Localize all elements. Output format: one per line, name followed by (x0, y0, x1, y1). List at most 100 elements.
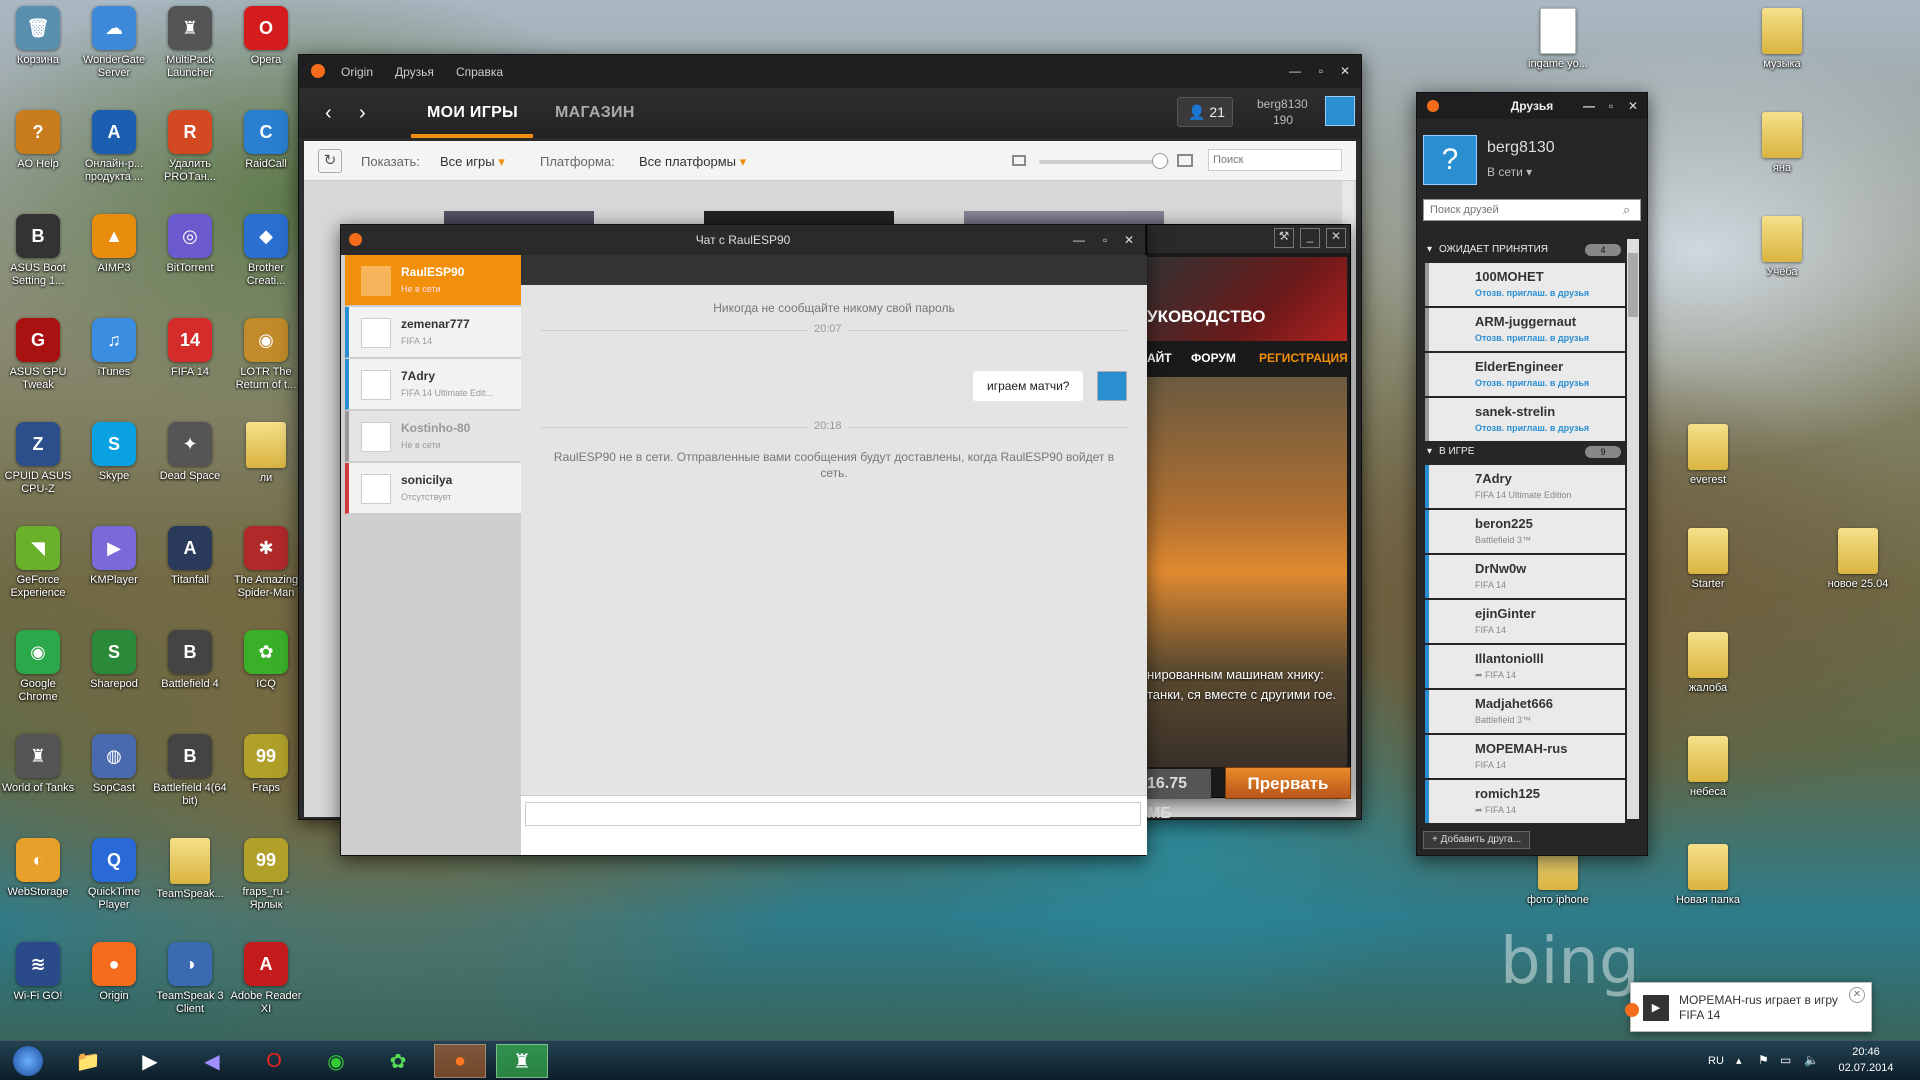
friends-count-button[interactable]: 👤 21 (1177, 97, 1233, 127)
add-friend-button[interactable]: + Добавить друга... (1423, 831, 1531, 849)
menu-origin[interactable]: Origin (341, 65, 373, 79)
desktop-icon[interactable]: ◑ TeamSpeak 3 Client (152, 942, 228, 1016)
friends-group-header[interactable]: ▾ ОЖИДАЕТ ПРИНЯТИЯ 4 (1425, 241, 1625, 259)
desktop-icon[interactable]: новое 25.04 (1820, 528, 1896, 591)
desktop-icon[interactable]: ingame yo... (1520, 8, 1596, 71)
friend-item[interactable]: romich125 ➦ FIFA 14 (1425, 780, 1625, 823)
tray-arrow-icon[interactable]: ▴ (1736, 1054, 1742, 1067)
desktop-icon[interactable]: ✱ The Amazing Spider-Man (228, 526, 304, 600)
desktop-icon[interactable]: Z CPUID ASUS CPU-Z (0, 422, 76, 496)
desktop-icon[interactable]: 99 Fraps (228, 734, 304, 795)
desktop-icon[interactable]: ♜ World of Tanks (0, 734, 76, 795)
desktop-icon[interactable]: ◆ Brother Creati... (228, 214, 304, 288)
chat-message-input[interactable] (525, 802, 1141, 826)
desktop-icon[interactable]: S Skype (76, 422, 152, 483)
link-site[interactable]: АЙТ (1147, 351, 1172, 365)
desktop-icon[interactable]: A Adobe Reader XI (228, 942, 304, 1016)
close-button[interactable]: ✕ (1117, 229, 1141, 251)
minimize-button[interactable]: — (1579, 95, 1599, 117)
menu-help[interactable]: Справка (456, 65, 503, 79)
desktop-icon[interactable]: ≋ Wi-Fi GO! (0, 942, 76, 1003)
desktop-icon[interactable]: музыка (1744, 8, 1820, 71)
desktop-icon[interactable]: ◎ BitTorrent (152, 214, 228, 275)
close-icon[interactable]: ✕ (1849, 987, 1865, 1003)
taskbar-explorer[interactable]: 📁 (62, 1044, 114, 1078)
taskbar-opera[interactable]: O (248, 1044, 300, 1078)
back-arrow-icon[interactable]: ‹ (325, 102, 332, 125)
desktop-icon[interactable]: Учёба (1744, 216, 1820, 279)
chat-contact[interactable]: sonicilya Отсутствует (345, 463, 521, 514)
desktop-icon[interactable]: ▶ KMPlayer (76, 526, 152, 587)
desktop-icon[interactable]: яна (1744, 112, 1820, 175)
desktop-icon[interactable]: ◥ GeForce Experience (0, 526, 76, 600)
start-button[interactable] (2, 1044, 54, 1078)
desktop-icon[interactable]: G ASUS GPU Tweak (0, 318, 76, 392)
friends-group-header[interactable]: ▾ В ИГРЕ 9 (1425, 443, 1625, 461)
desktop-icon[interactable]: 99 fraps_ru - Ярлык (228, 838, 304, 912)
desktop-icon[interactable]: 14 FIFA 14 (152, 318, 228, 379)
desktop-icon[interactable]: ? AO Help (0, 110, 76, 171)
desktop-icon[interactable]: Starter (1670, 528, 1746, 591)
close-button[interactable]: ✕ (1333, 60, 1357, 82)
friend-item[interactable]: ElderEngineer Отозв. приглаш. в друзья (1425, 353, 1625, 396)
avatar[interactable]: ? (1423, 135, 1477, 185)
desktop-icon[interactable]: B ASUS Boot Setting 1... (0, 214, 76, 288)
desktop-icon[interactable]: ♜ MultiPack Launcher (152, 6, 228, 80)
minimize-button[interactable]: — (1283, 60, 1307, 82)
clock-time[interactable]: 20:46 (1836, 1046, 1896, 1058)
desktop-icon[interactable]: O Opera (228, 6, 304, 67)
taskbar-media-player[interactable]: ▶ (124, 1044, 176, 1078)
refresh-icon[interactable]: ↻ (318, 149, 342, 173)
chat-contact[interactable]: 7Adry FIFA 14 Ultimate Edit... (345, 359, 521, 410)
desktop-icon[interactable]: A Titanfall (152, 526, 228, 587)
link-forum[interactable]: ФОРУМ (1191, 351, 1236, 365)
tab-store[interactable]: МАГАЗИН (555, 104, 635, 122)
desktop-icon[interactable]: B Battlefield 4(64 bit) (152, 734, 228, 808)
desktop-icon[interactable]: Q QuickTime Player (76, 838, 152, 912)
friend-item[interactable]: Madjahet666 Battlefield 3™ (1425, 690, 1625, 733)
taskbar-origin[interactable]: ● (434, 1044, 486, 1078)
friend-item[interactable]: DrNw0w FIFA 14 (1425, 555, 1625, 598)
desktop-icon[interactable]: B Battlefield 4 (152, 630, 228, 691)
friends-search-input[interactable] (1423, 199, 1641, 221)
games-search-input[interactable] (1208, 149, 1342, 171)
volume-icon[interactable]: 🔈 (1804, 1053, 1819, 1067)
desktop-icon[interactable]: ✦ Dead Space (152, 422, 228, 483)
flag-icon[interactable]: ⚑ (1758, 1053, 1769, 1067)
zoom-slider[interactable] (1039, 160, 1169, 164)
minimize-button[interactable]: — (1067, 229, 1091, 251)
friend-status[interactable]: Отозв. приглаш. в друзья (1475, 423, 1589, 433)
friend-item[interactable]: 100MOHET Отозв. приглаш. в друзья (1425, 263, 1625, 306)
language-indicator[interactable]: RU (1708, 1055, 1724, 1067)
cancel-download-button[interactable]: Прервать (1225, 767, 1351, 799)
desktop-icon[interactable]: Новая папка (1670, 844, 1746, 907)
forward-arrow-icon[interactable]: › (359, 102, 366, 125)
close-button[interactable]: ✕ (1326, 228, 1346, 248)
desktop-icon[interactable]: S Sharepod (76, 630, 152, 691)
desktop-icon[interactable]: небеса (1670, 736, 1746, 799)
friend-item[interactable]: Illantoniolll ➦ FIFA 14 (1425, 645, 1625, 688)
maximize-button[interactable]: ▫ (1093, 229, 1117, 251)
desktop-icon[interactable]: ♫ iTunes (76, 318, 152, 379)
desktop-icon[interactable]: C RaidCall (228, 110, 304, 171)
taskbar-kmplayer[interactable]: ◀ (186, 1044, 238, 1078)
desktop-icon[interactable]: ◐ WebStorage (0, 838, 76, 899)
scrollbar-thumb[interactable] (1628, 253, 1638, 317)
friend-item[interactable]: ejinGinter FIFA 14 (1425, 600, 1625, 643)
show-filter-dropdown[interactable]: Все игры ▾ (440, 154, 505, 170)
desktop-icon[interactable]: ли (228, 422, 304, 485)
small-tiles-icon[interactable] (1012, 155, 1026, 166)
zoom-slider-handle[interactable] (1152, 153, 1168, 169)
desktop-icon[interactable]: ◍ SopCast (76, 734, 152, 795)
friend-item[interactable]: beron225 Battlefield 3™ (1425, 510, 1625, 553)
desktop-icon[interactable]: ☁ WonderGate Server (76, 6, 152, 80)
close-button[interactable]: ✕ (1623, 95, 1643, 117)
friend-status[interactable]: Отозв. приглаш. в друзья (1475, 288, 1589, 298)
friend-status[interactable]: Отозв. приглаш. в друзья (1475, 378, 1589, 388)
desktop-icon[interactable]: ✿ ICQ (228, 630, 304, 691)
maximize-button[interactable]: ▫ (1309, 60, 1333, 82)
friend-item[interactable]: MOPEMAH-rus FIFA 14 (1425, 735, 1625, 778)
desktop-icon[interactable]: ◉ Google Chrome (0, 630, 76, 704)
desktop-icon[interactable]: 🗑 Корзина (0, 6, 76, 67)
maximize-button[interactable]: ▫ (1601, 95, 1621, 117)
